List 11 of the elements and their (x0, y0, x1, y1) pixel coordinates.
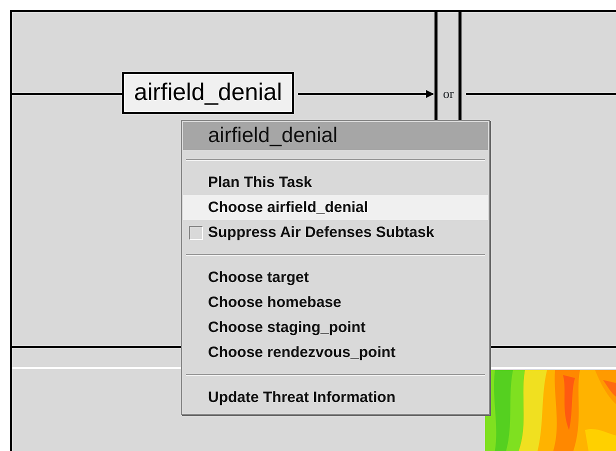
task-node[interactable]: airfield_denial (122, 72, 294, 114)
menu-item[interactable]: Suppress Air Defenses Subtask (183, 220, 488, 245)
menu-item[interactable]: Choose staging_point (183, 315, 488, 340)
menu-item[interactable]: Plan This Task (183, 170, 488, 195)
menu-item[interactable]: Choose target (183, 265, 488, 290)
menu-item[interactable]: Choose rendezvous_point (183, 340, 488, 365)
menu-item[interactable]: Choose airfield_denial (183, 195, 488, 220)
or-label: or (443, 86, 454, 102)
menu-item[interactable]: Choose homebase (183, 290, 488, 315)
menu-item[interactable]: Update Threat Information (183, 385, 488, 410)
menu-title: airfield_denial (183, 122, 488, 150)
